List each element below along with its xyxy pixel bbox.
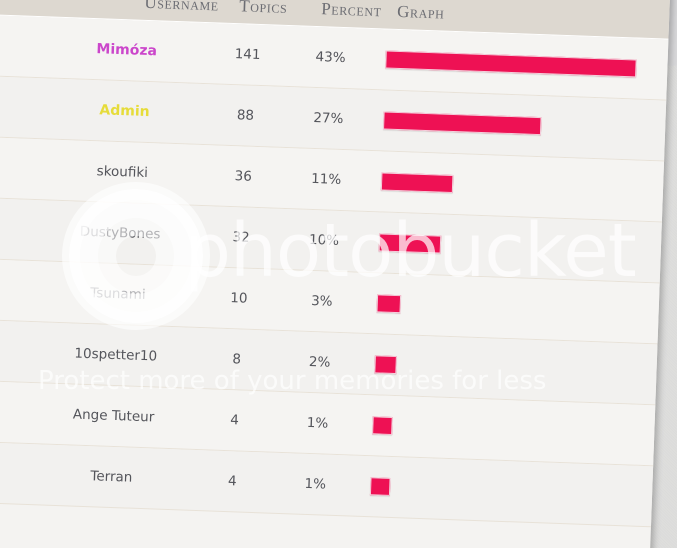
- cell-graph: [372, 416, 393, 435]
- cell-topics: 4: [229, 412, 240, 429]
- cell-percent: 10%: [308, 231, 340, 249]
- cell-topics: 36: [234, 168, 253, 185]
- cell-topics: 8: [232, 351, 242, 368]
- column-header-graph: Graph: [396, 1, 445, 23]
- cell-topics: 10: [230, 290, 248, 307]
- cell-username[interactable]: Terran: [26, 466, 196, 488]
- graph-bar: [369, 477, 391, 496]
- cell-percent: 2%: [308, 353, 331, 371]
- cell-percent: 11%: [310, 170, 342, 188]
- cell-graph: [369, 477, 391, 496]
- cell-graph: [385, 50, 637, 78]
- cell-percent: 1%: [304, 475, 327, 493]
- cell-topics: 88: [236, 107, 255, 124]
- cell-graph: [380, 172, 454, 193]
- cell-graph: [374, 355, 397, 375]
- cell-username[interactable]: Admin: [39, 100, 209, 122]
- cell-graph: [376, 294, 402, 314]
- column-header-username: Username: [144, 0, 220, 15]
- graph-bar: [372, 416, 393, 435]
- cell-graph: [378, 233, 442, 254]
- cell-graph: [383, 111, 542, 136]
- cell-username[interactable]: 10spetter10: [31, 344, 201, 366]
- cell-username[interactable]: Mimóza: [41, 39, 211, 61]
- graph-bar: [383, 111, 542, 136]
- cell-username[interactable]: Ange Tuteur: [28, 405, 198, 427]
- cell-topics: 141: [234, 46, 261, 64]
- stats-page: Username Topics Percent Graph Mimóza 141 4…: [0, 0, 671, 548]
- rotated-page-wrapper: Username Topics Percent Graph Mimóza 141 4…: [0, 0, 671, 548]
- cell-percent: 3%: [310, 292, 333, 310]
- cell-topics: 4: [227, 473, 237, 490]
- graph-bar: [374, 355, 397, 375]
- cell-percent: 27%: [313, 109, 344, 128]
- cell-username[interactable]: DustyBones: [35, 222, 205, 244]
- cell-percent: 43%: [315, 48, 346, 67]
- graph-bar: [378, 233, 442, 254]
- cell-topics: 32: [232, 229, 250, 246]
- graph-bar: [380, 172, 454, 193]
- cell-username[interactable]: skoufiki: [37, 161, 207, 183]
- column-header-percent: Percent: [320, 0, 382, 21]
- graph-bar: [376, 294, 402, 314]
- column-header-topics: Topics: [239, 0, 288, 17]
- cell-percent: 1%: [306, 414, 329, 432]
- cell-username[interactable]: Tsunami: [33, 283, 203, 305]
- graph-bar: [385, 50, 637, 78]
